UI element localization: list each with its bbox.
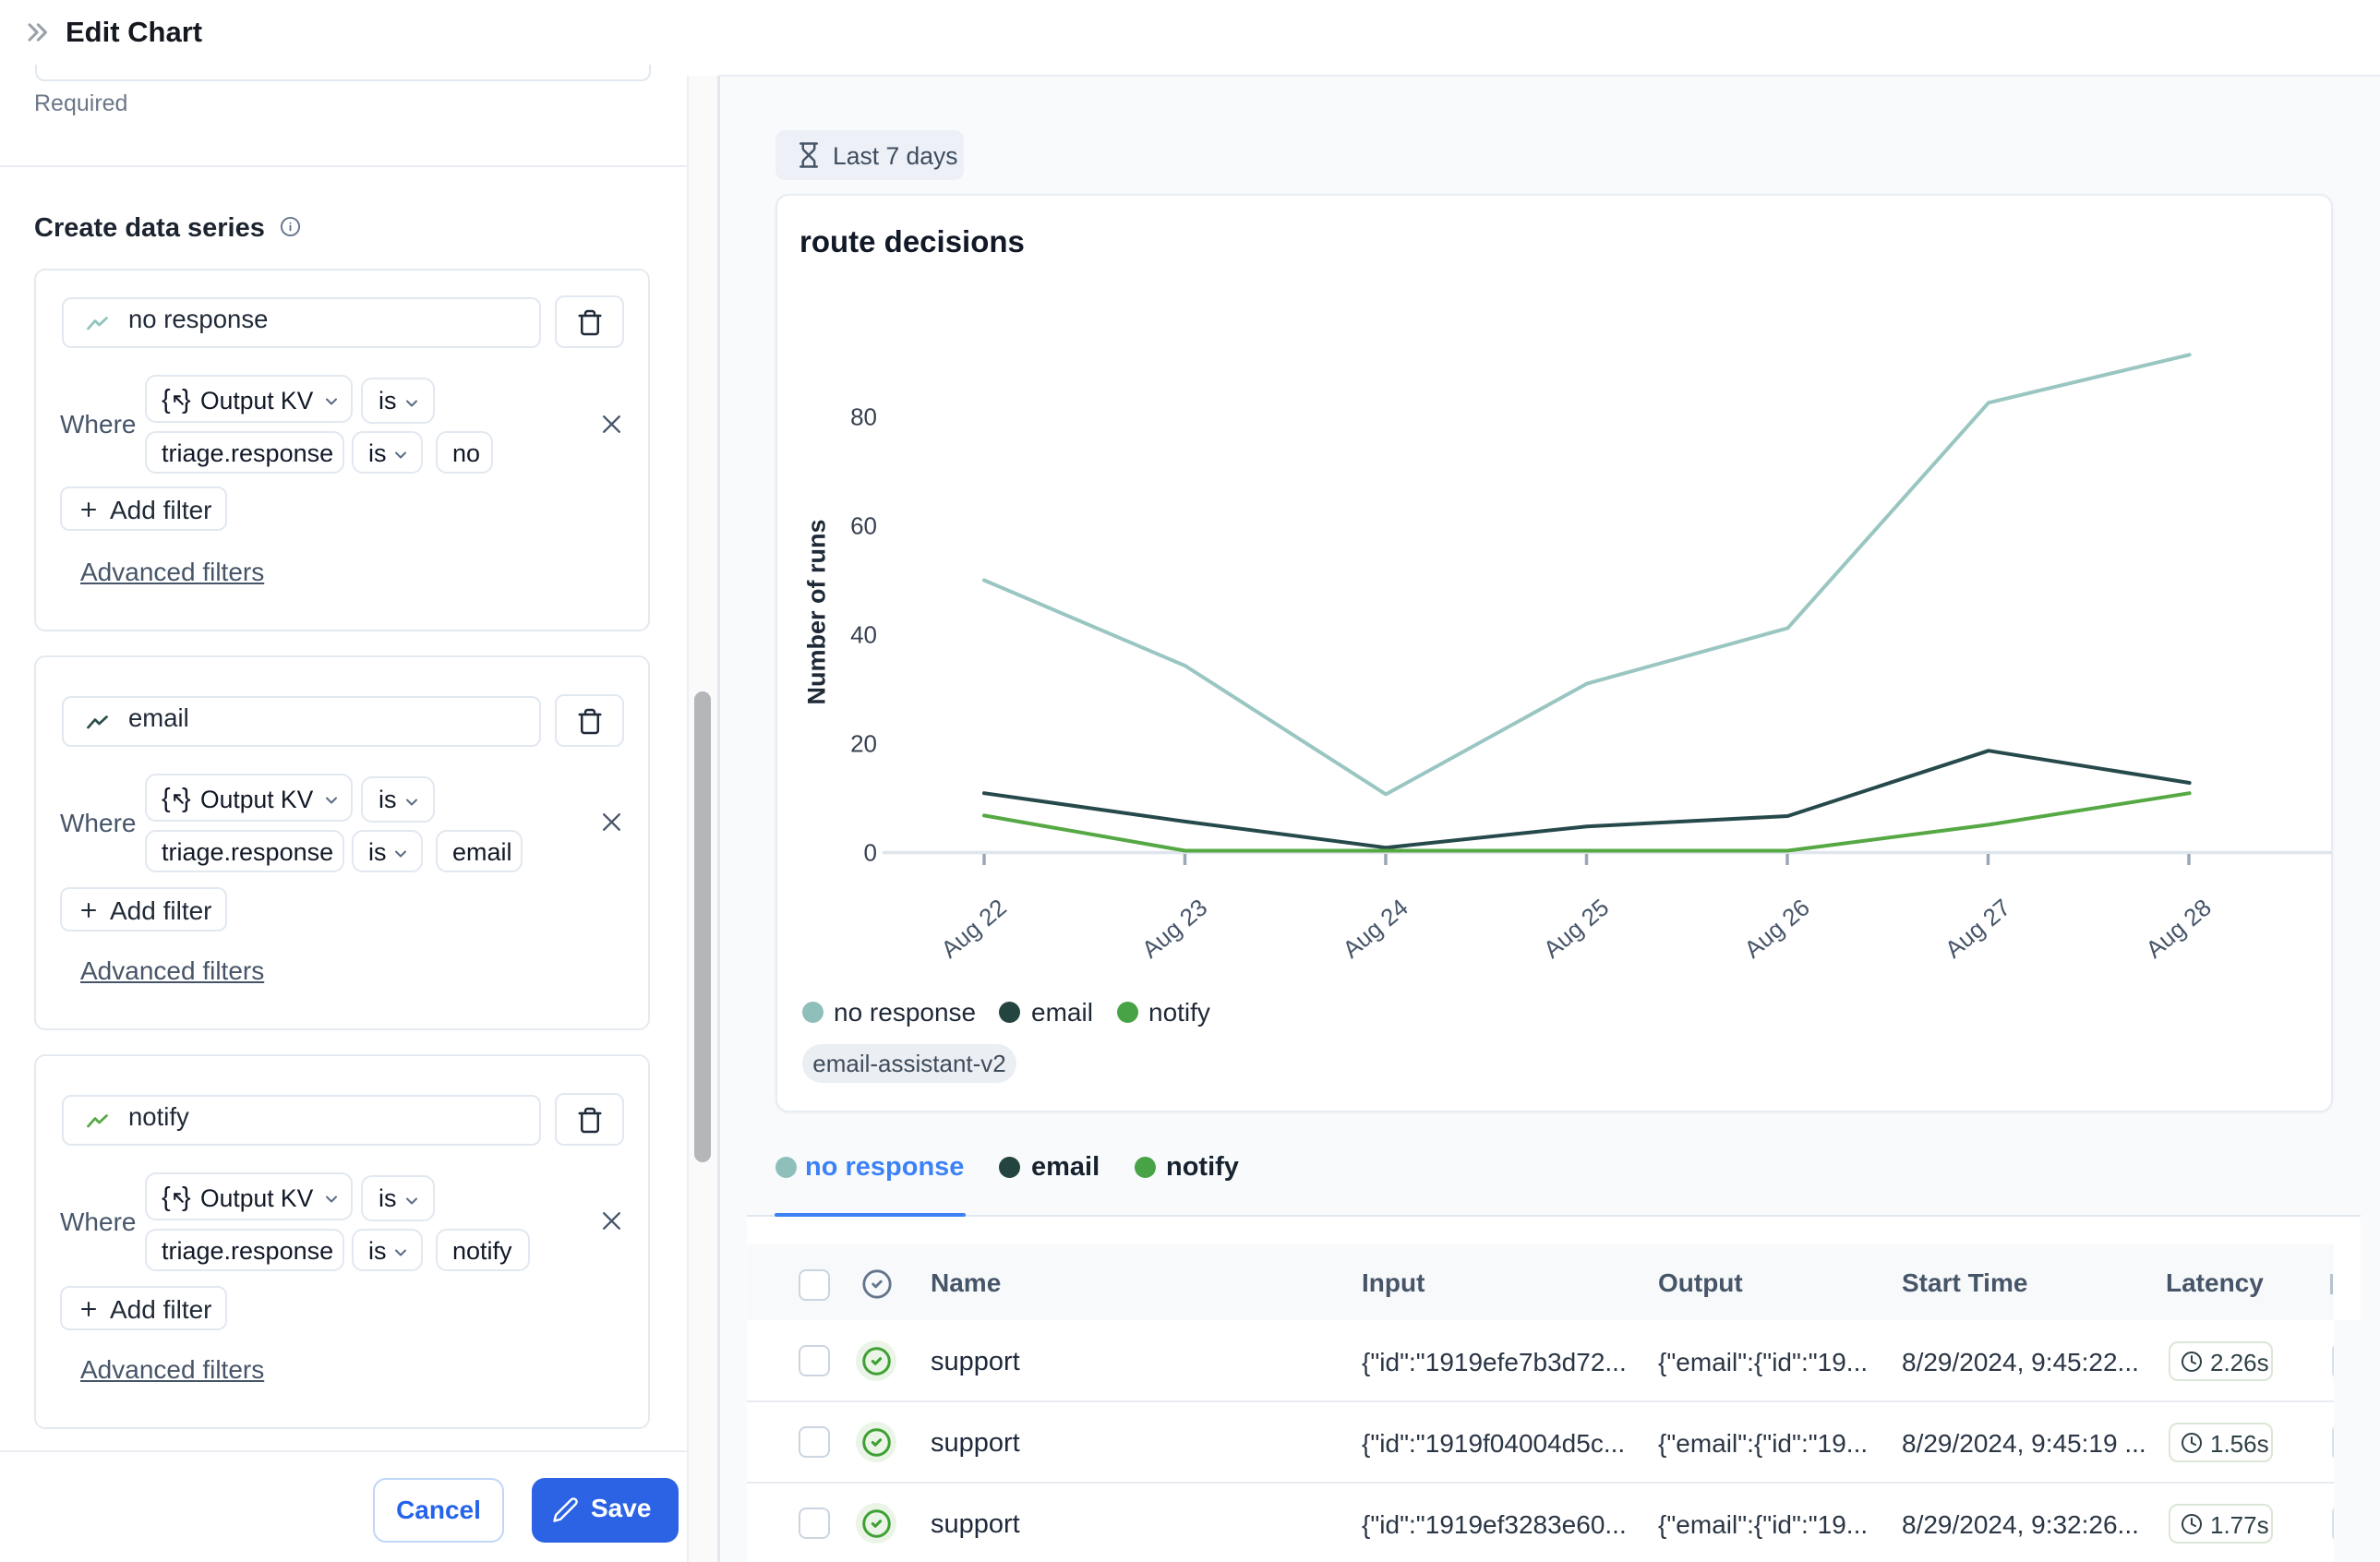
svg-text:40: 40 [850, 621, 877, 649]
svg-text:Aug 24: Aug 24 [1337, 894, 1412, 964]
svg-text:20: 20 [850, 730, 877, 758]
svg-text:60: 60 [850, 512, 877, 540]
svg-text:Number of runs: Number of runs [803, 519, 831, 704]
svg-text:Aug 27: Aug 27 [1940, 894, 2015, 964]
svg-text:80: 80 [850, 403, 877, 431]
svg-text:Aug 23: Aug 23 [1136, 894, 1212, 964]
svg-text:Aug 25: Aug 25 [1538, 894, 1614, 964]
svg-text:Aug 26: Aug 26 [1738, 894, 1814, 964]
svg-text:0: 0 [864, 839, 877, 867]
svg-text:Aug 28: Aug 28 [2140, 894, 2216, 964]
svg-text:Aug 22: Aug 22 [935, 894, 1011, 964]
